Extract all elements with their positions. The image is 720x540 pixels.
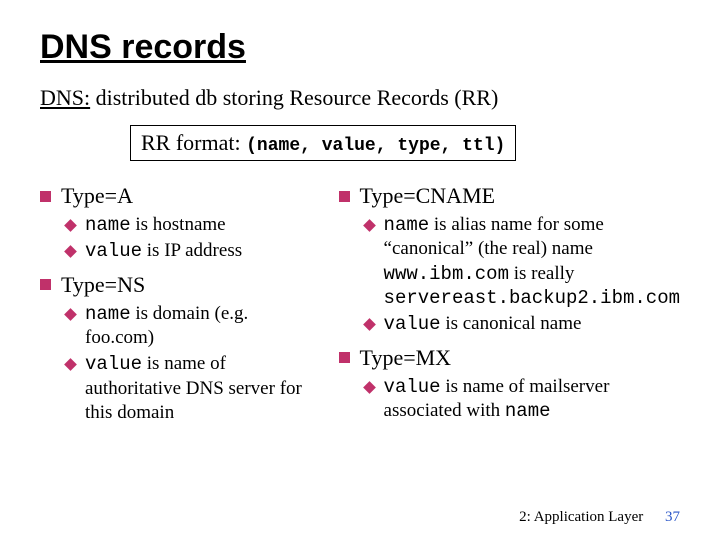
list-item: name is hostname — [66, 213, 315, 237]
rr-format-label: RR format: — [141, 130, 246, 155]
diamond-bullet-icon — [363, 318, 376, 331]
list-item: value is name of authoritative DNS serve… — [66, 352, 315, 425]
diamond-bullet-icon — [64, 358, 77, 371]
diamond-bullet-icon — [64, 308, 77, 321]
diamond-bullet-icon — [363, 381, 376, 394]
square-bullet-icon — [339, 352, 350, 363]
footer-chapter: 2: Application Layer — [519, 509, 643, 525]
text: is canonical name — [441, 313, 582, 334]
rr-format-box: RR format: (name, value, type, ttl) — [130, 125, 516, 161]
type-mx-label: Type=MX — [360, 345, 452, 371]
right-column: Type=CNAME name is alias name for some “… — [339, 179, 680, 433]
slide-title: DNS records — [40, 28, 680, 67]
text: is hostname — [131, 214, 226, 235]
code-name: name — [85, 214, 131, 236]
type-cname-heading: Type=CNAME — [339, 183, 680, 209]
type-cname-label: Type=CNAME — [360, 183, 496, 209]
type-a-heading: Type=A — [40, 183, 315, 209]
type-ns-label: Type=NS — [61, 272, 145, 298]
type-cname-bullets: name is alias name for some “canonical” … — [339, 213, 680, 337]
type-ns-heading: Type=NS — [40, 272, 315, 298]
type-mx-bullets: value is name of mailserver associated w… — [339, 375, 680, 424]
slide-footer: 2: Application Layer 37 — [519, 509, 680, 526]
left-column: Type=A name is hostname value is IP addr… — [40, 179, 315, 433]
code-example: servereast.backup2.ibm.com — [384, 287, 680, 309]
type-ns-bullets: name is domain (e.g. foo.com) value is n… — [40, 302, 315, 426]
list-item: name is alias name for some “canonical” … — [365, 213, 680, 310]
text: is IP address — [142, 240, 242, 261]
text: is really — [509, 263, 574, 284]
code-value: value — [85, 353, 142, 375]
content-columns: Type=A name is hostname value is IP addr… — [40, 179, 680, 433]
code-example: www.ibm.com — [384, 263, 509, 285]
list-item: value is name of mailserver associated w… — [365, 375, 680, 424]
footer-page-number: 37 — [665, 509, 680, 525]
slide-subtitle: DNS: distributed db storing Resource Rec… — [40, 85, 680, 111]
code-name: name — [384, 214, 430, 236]
diamond-bullet-icon — [363, 219, 376, 232]
square-bullet-icon — [40, 191, 51, 202]
code-value: value — [384, 313, 441, 335]
subtitle-rest: distributed db storing Resource Records … — [90, 85, 498, 110]
diamond-bullet-icon — [64, 245, 77, 258]
subtitle-lead: DNS: — [40, 85, 90, 110]
code-name: name — [85, 303, 131, 325]
code-value: value — [85, 240, 142, 262]
rr-format-tuple: (name, value, type, ttl) — [246, 136, 505, 156]
square-bullet-icon — [339, 191, 350, 202]
code-name: name — [505, 400, 551, 422]
square-bullet-icon — [40, 279, 51, 290]
list-item: value is canonical name — [365, 312, 680, 336]
list-item: name is domain (e.g. foo.com) — [66, 302, 315, 351]
diamond-bullet-icon — [64, 219, 77, 232]
type-a-label: Type=A — [61, 183, 133, 209]
list-item: value is IP address — [66, 239, 315, 263]
type-a-bullets: name is hostname value is IP address — [40, 213, 315, 264]
code-value: value — [384, 376, 441, 398]
type-mx-heading: Type=MX — [339, 345, 680, 371]
